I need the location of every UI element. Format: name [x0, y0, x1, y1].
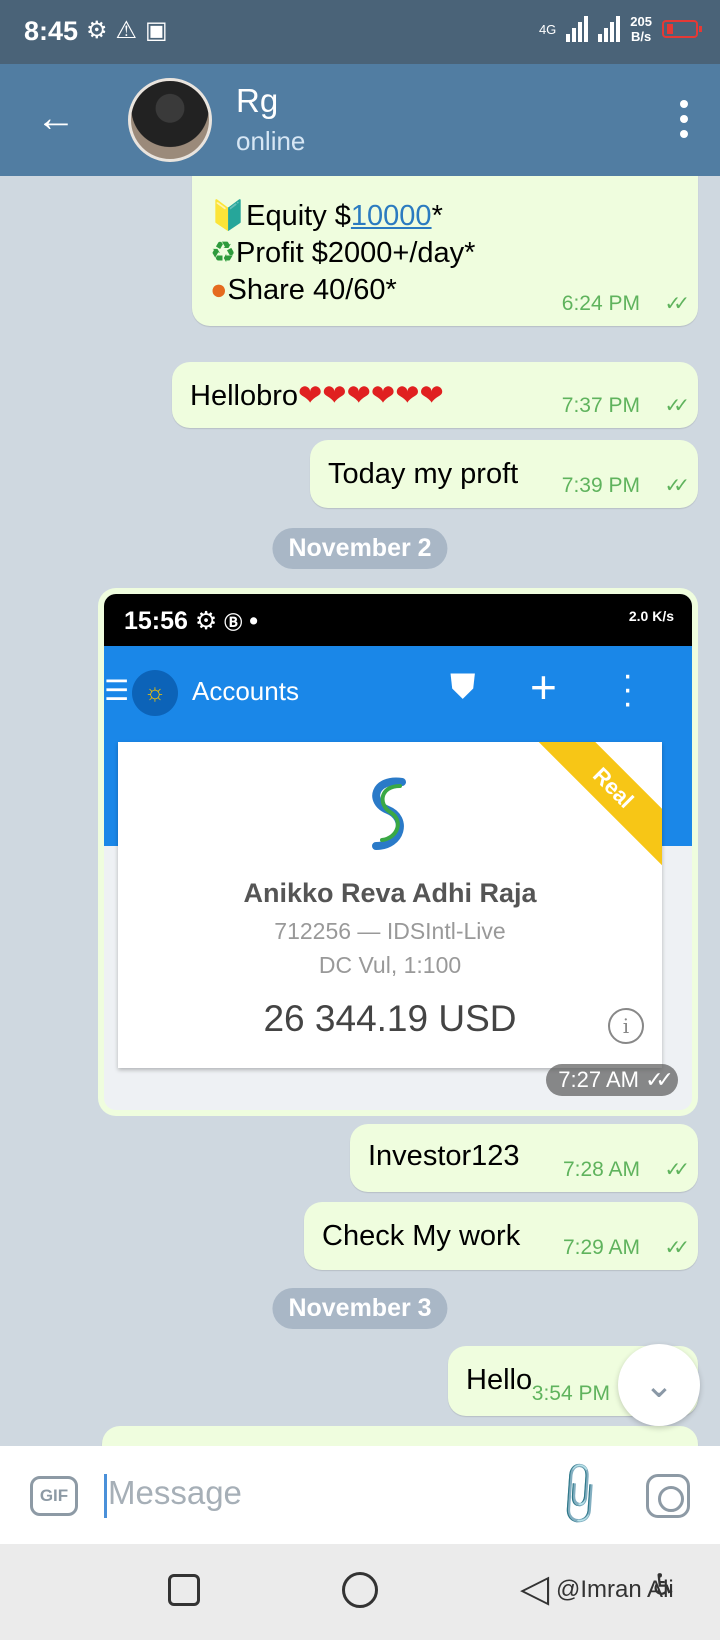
status-bar: 8:45 ⚙⚠▣ 4G 205 B/s	[0, 0, 720, 64]
message-time: 7:29 AM	[562, 1236, 640, 1259]
signal-icon-2	[598, 16, 621, 42]
broker-logo-icon	[372, 777, 406, 850]
account-card: Real Anikko Reva Adhi Raja 712256 — IDSI…	[118, 742, 662, 1068]
net-speed: 205 B/s	[630, 14, 652, 44]
account-leverage: DC Vul, 1:100	[318, 952, 462, 978]
shield-icon: ⛊	[450, 668, 476, 706]
double-check-icon: ✓✓	[645, 1067, 674, 1092]
chat-area[interactable]: 🔰Equity $10000* ♻Profit $2000+/day* ●Sha…	[0, 176, 720, 1446]
account-server: 712256 — IDSIntl-Live	[274, 918, 506, 944]
profit-line: ♻Profit $2000+/day*	[210, 237, 476, 269]
message-time: 3:54 PM	[531, 1382, 610, 1405]
contact-status: online	[236, 126, 306, 156]
double-check-icon: ✓✓	[664, 1237, 689, 1259]
chat-header: ← Rg online	[0, 64, 720, 176]
chevron-down-icon: ⌄	[643, 1364, 675, 1405]
system-nav-bar: ◁ @Imran Ali ♿	[0, 1544, 720, 1640]
inner-status-bar: 15:56 ⚙ Ⓑ • 2.0 K/s	[104, 594, 692, 646]
message-text: Hello	[466, 1364, 533, 1396]
hamburger-icon: ☰	[104, 675, 130, 706]
date-separator: November 2	[272, 528, 448, 569]
message-bubble[interactable]: Investor123 7:28 AM ✓✓	[350, 1124, 698, 1192]
gif-button[interactable]: GIF	[30, 1476, 78, 1516]
account-balance: 26 344.19 USD	[263, 998, 517, 1039]
accessibility-icon[interactable]: ♿	[650, 1568, 677, 1603]
double-check-icon: ✓✓	[664, 293, 689, 315]
real-ribbon: Real	[531, 742, 662, 870]
double-check-icon: ✓✓	[664, 395, 689, 417]
inner-app-title: Accounts	[192, 676, 299, 706]
inner-more-icon: · · ·	[622, 656, 634, 722]
message-bubble[interactable]: 🔰Equity $10000* ♻Profit $2000+/day* ●Sha…	[192, 176, 698, 326]
inner-speed: 2.0 K/s	[628, 608, 674, 624]
hearts-emoji: ❤❤❤❤❤❤	[298, 380, 444, 412]
app-logo-icon: ☼	[132, 670, 178, 716]
message-bubble[interactable]: Today my proft 7:39 PM ✓✓	[310, 440, 698, 508]
more-options-icon[interactable]	[678, 100, 690, 138]
message-text: Hellobro	[190, 380, 298, 412]
equity-link[interactable]: 10000	[351, 200, 432, 232]
message-text: Today my proft	[328, 458, 519, 490]
text-cursor	[104, 1474, 107, 1518]
screenshot-image[interactable]: 15:56 ⚙ Ⓑ • 2.0 K/s ☰ ☼ Accounts ⛊ + · · ·…	[104, 594, 692, 1110]
info-icon: i	[608, 1008, 644, 1044]
battery-icon	[662, 20, 702, 38]
gear-icon: ⚙	[194, 607, 218, 635]
status-time: 8:45	[24, 16, 79, 46]
photo-time: 7:27 AM ✓✓	[546, 1064, 678, 1096]
contact-name[interactable]: Rg	[236, 82, 278, 120]
message-bubble[interactable]: Check My work 7:29 AM ✓✓	[304, 1202, 698, 1270]
network-type: 4G	[538, 21, 557, 37]
inner-time: 15:56	[124, 607, 188, 635]
message-time: 7:28 AM	[562, 1158, 640, 1181]
double-check-icon: ✓✓	[664, 1159, 689, 1181]
beginner-icon: 🔰	[210, 200, 247, 232]
message-bubble-partial[interactable]	[102, 1426, 698, 1446]
back-arrow-icon[interactable]: ←	[36, 98, 76, 138]
back-button[interactable]: ◁	[520, 1570, 549, 1608]
message-bubble[interactable]: Hellobro❤❤❤❤❤❤ 7:37 PM ✓✓	[172, 362, 698, 428]
b-icon: Ⓑ	[224, 613, 243, 633]
message-text: Check My work	[322, 1220, 521, 1252]
warning-icon: ⚠	[115, 17, 146, 44]
message-input-bar: GIF 📎	[0, 1446, 720, 1544]
date-separator: November 3	[272, 1288, 448, 1329]
message-time: 6:24 PM	[561, 292, 640, 315]
sim-icon: ▣	[145, 17, 176, 44]
plus-icon: +	[530, 661, 557, 713]
avatar[interactable]	[128, 78, 212, 162]
recycle-icon: ♻	[210, 237, 236, 269]
gear-icon: ⚙	[86, 17, 116, 44]
ball-icon: ●	[210, 274, 228, 306]
message-time: 7:39 PM	[561, 474, 640, 497]
status-icons: ⚙⚠▣	[86, 16, 176, 45]
double-check-icon: ✓✓	[664, 475, 689, 497]
home-button[interactable]	[342, 1572, 378, 1608]
message-input[interactable]	[108, 1468, 528, 1518]
share-line: ●Share 40/60*	[210, 274, 397, 306]
recents-button[interactable]	[168, 1574, 200, 1606]
signal-icon	[566, 16, 589, 42]
message-time: 7:37 PM	[561, 394, 640, 417]
attach-icon[interactable]: 📎	[542, 1456, 618, 1532]
equity-line: 🔰Equity $10000*	[210, 200, 443, 232]
photo-message[interactable]: 15:56 ⚙ Ⓑ • 2.0 K/s ☰ ☼ Accounts ⛊ + · · ·…	[98, 588, 698, 1116]
account-name: Anikko Reva Adhi Raja	[243, 878, 537, 908]
message-text: Investor123	[368, 1140, 520, 1172]
scroll-down-button[interactable]: ⌄	[618, 1344, 700, 1426]
status-right: 4G 205 B/s	[538, 14, 702, 44]
camera-icon[interactable]	[646, 1474, 690, 1518]
